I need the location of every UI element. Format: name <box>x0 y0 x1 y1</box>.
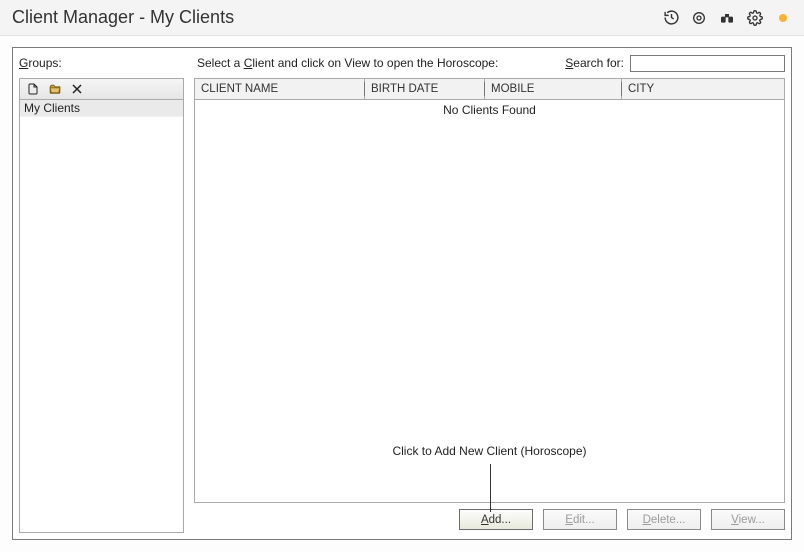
groups-list[interactable]: My Clients <box>19 100 184 533</box>
title-icons <box>662 9 792 27</box>
groups-toolbar <box>19 78 184 100</box>
clients-table-header: CLIENT NAME BIRTH DATE MOBILE CITY <box>194 78 785 100</box>
window-title: Client Manager - My Clients <box>12 7 234 28</box>
sidebar-item-my-clients[interactable]: My Clients <box>20 100 183 117</box>
binoculars-icon[interactable] <box>718 9 736 27</box>
delete-x-icon[interactable] <box>70 82 84 96</box>
gear-icon[interactable] <box>746 9 764 27</box>
col-mobile[interactable]: MOBILE <box>485 79 622 100</box>
title-bar: Client Manager - My Clients <box>0 0 804 36</box>
main-frame: Groups: Select a Client and click on Vie… <box>12 47 792 540</box>
col-birth-date[interactable]: BIRTH DATE <box>365 79 485 100</box>
search-label: Search for: <box>565 56 624 70</box>
delete-button: Delete... <box>627 509 701 530</box>
col-city[interactable]: CITY <box>622 79 785 100</box>
groups-sidebar: My Clients <box>19 78 184 533</box>
new-file-icon[interactable] <box>26 82 40 96</box>
open-folder-icon[interactable] <box>48 82 62 96</box>
search-input[interactable] <box>630 55 785 72</box>
clients-table-body[interactable]: No Clients Found Click to Add New Client… <box>194 100 785 503</box>
add-button[interactable]: Add... <box>459 509 533 530</box>
top-row: Groups: Select a Client and click on Vie… <box>19 54 785 72</box>
edit-button: Edit... <box>543 509 617 530</box>
hint-arrow-line <box>490 464 491 512</box>
view-button: View... <box>711 509 785 530</box>
col-client-name[interactable]: CLIENT NAME <box>195 79 365 100</box>
history-icon[interactable] <box>662 9 680 27</box>
instruction-label: Select a Client and click on View to ope… <box>191 56 565 70</box>
sidebar-item-label: My Clients <box>24 101 80 115</box>
status-dot-icon <box>774 9 792 27</box>
hint-text: Click to Add New Client (Horoscope) <box>195 444 784 458</box>
clients-content: CLIENT NAME BIRTH DATE MOBILE CITY No Cl… <box>194 78 785 533</box>
groups-label: Groups: <box>19 56 191 70</box>
target-icon[interactable] <box>690 9 708 27</box>
empty-message: No Clients Found <box>195 100 784 117</box>
